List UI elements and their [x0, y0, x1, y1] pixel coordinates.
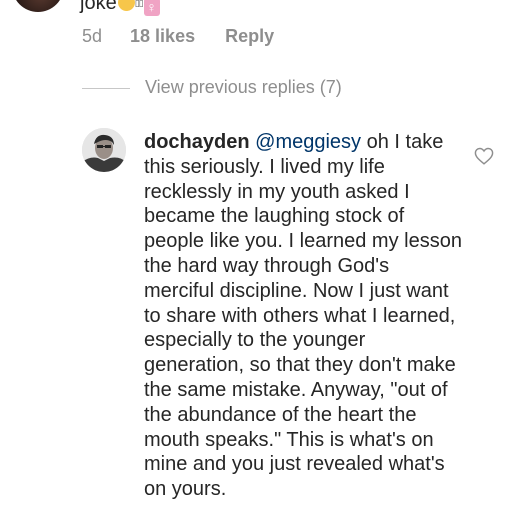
- reply-button[interactable]: Reply: [225, 26, 274, 47]
- mention-link[interactable]: @meggiesy: [255, 131, 361, 153]
- reply-username-link[interactable]: dochayden: [144, 131, 250, 153]
- replies-divider-line: [82, 88, 130, 89]
- unsupported-emoji-icon: ▯▯: [134, 0, 144, 8]
- reply-comment-body: dochayden @meggiesy oh I take this serio…: [144, 130, 464, 502]
- female-sign-emoji-icon: ♀: [143, 0, 160, 16]
- laughing-emoji-icon: [117, 0, 135, 11]
- previous-comment-text-row: joke ▯▯ ♀: [80, 0, 160, 16]
- heart-outline-icon[interactable]: [474, 147, 494, 165]
- reply-avatar[interactable]: [82, 128, 126, 172]
- profile-photo-icon: [82, 128, 126, 172]
- likes-count-link[interactable]: 18 likes: [130, 26, 195, 47]
- reply-comment-text: oh I take this seriously. I lived my lif…: [144, 131, 462, 501]
- previous-comment-text: joke: [80, 0, 117, 14]
- comment-age: 5d: [82, 26, 103, 46]
- view-previous-replies-link[interactable]: View previous replies (7): [145, 77, 342, 98]
- previous-comment-avatar[interactable]: [12, 0, 64, 12]
- previous-comment-meta: 5d 18 likes Reply: [82, 26, 274, 47]
